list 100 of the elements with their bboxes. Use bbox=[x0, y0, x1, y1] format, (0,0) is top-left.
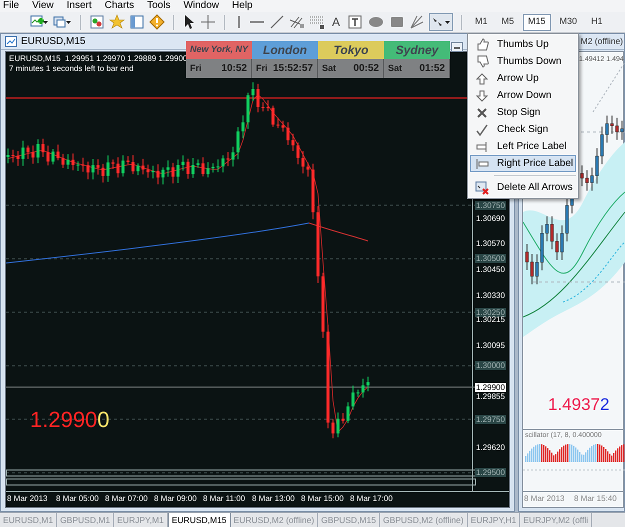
time-label: 8 Mar 17:00 bbox=[350, 494, 393, 504]
current-price: 1.29900 bbox=[30, 409, 110, 431]
menu-item[interactable]: File bbox=[3, 1, 20, 11]
menu-item[interactable]: Insert bbox=[66, 1, 92, 11]
menu-item[interactable]: Arrow Down bbox=[470, 87, 576, 104]
candle bbox=[112, 159, 114, 170]
price-label: 1.30000 bbox=[475, 361, 506, 370]
session-day: Fri bbox=[256, 62, 268, 76]
menu-item[interactable]: Help bbox=[232, 1, 253, 11]
timeframe-button[interactable]: H1 bbox=[586, 14, 608, 30]
candle bbox=[226, 152, 230, 167]
menu-item[interactable]: Left Price Label bbox=[470, 138, 576, 155]
menu-item[interactable]: Window bbox=[183, 1, 220, 11]
candle bbox=[356, 389, 360, 398]
candle bbox=[102, 163, 104, 183]
candle bbox=[6, 148, 10, 164]
candle bbox=[142, 158, 144, 175]
menu-item[interactable]: Tools bbox=[147, 1, 170, 11]
candle bbox=[306, 162, 310, 178]
price-label: 1.30450 bbox=[475, 264, 506, 274]
candle bbox=[86, 161, 90, 180]
bar-timer: 7 minutes 1 seconds left to bar end bbox=[9, 64, 134, 74]
crosshair-icon[interactable] bbox=[200, 14, 216, 30]
candle bbox=[136, 162, 140, 176]
candle bbox=[182, 154, 184, 172]
menu-item[interactable]: Check Sign bbox=[470, 121, 576, 138]
price-label: 1.30250 bbox=[475, 308, 506, 317]
candle bbox=[196, 159, 200, 168]
time-label: 8 Mar 09:00 bbox=[154, 494, 197, 504]
session-header: Tokyo bbox=[318, 41, 384, 59]
candle bbox=[96, 158, 100, 176]
candle bbox=[146, 164, 150, 178]
cursor-icon[interactable] bbox=[182, 14, 196, 30]
menu-item[interactable]: Delete All Arrows bbox=[470, 179, 576, 196]
price-label: 1.29855 bbox=[475, 392, 506, 402]
candle bbox=[162, 166, 164, 185]
timeframe-button[interactable]: M30 bbox=[554, 14, 582, 30]
data-window-icon[interactable] bbox=[89, 14, 105, 30]
chart-tab[interactable]: EURUSD,M15 bbox=[168, 513, 231, 527]
minimize-icon[interactable] bbox=[451, 42, 463, 52]
arrow-up-icon bbox=[475, 72, 489, 86]
label-icon[interactable] bbox=[347, 14, 363, 30]
candle bbox=[156, 164, 160, 185]
candle bbox=[192, 158, 194, 178]
session-time: 01:52 bbox=[419, 62, 445, 76]
candle bbox=[242, 114, 244, 139]
time-label: 8 Mar 05:00 bbox=[56, 494, 99, 504]
price-label: 1.30330 bbox=[475, 290, 506, 300]
menu-item[interactable]: Charts bbox=[104, 1, 134, 11]
rectangle-icon[interactable] bbox=[389, 14, 405, 30]
candle bbox=[276, 117, 280, 129]
candle bbox=[72, 153, 74, 171]
price-label: 1.30500 bbox=[475, 254, 506, 264]
arrow-down-icon bbox=[475, 88, 489, 102]
channel-icon[interactable] bbox=[289, 14, 305, 30]
candle bbox=[36, 138, 40, 164]
star-icon[interactable] bbox=[109, 14, 125, 30]
candle bbox=[332, 418, 334, 439]
menu-item[interactable]: Thumbs Down bbox=[470, 53, 576, 70]
session-time: 00:52 bbox=[353, 62, 379, 76]
menu-item[interactable]: Right Price Label bbox=[470, 155, 576, 172]
candle bbox=[292, 133, 294, 152]
candle bbox=[302, 150, 304, 174]
candle bbox=[76, 160, 80, 172]
timeframe-button[interactable]: M15 bbox=[523, 14, 551, 30]
candle bbox=[256, 83, 260, 113]
text-tool[interactable]: A bbox=[329, 13, 343, 31]
right-label-icon bbox=[475, 156, 489, 170]
timeframe-button[interactable]: M1 bbox=[470, 14, 493, 30]
timeframe-button[interactable]: M5 bbox=[496, 14, 520, 30]
fibonacci-icon[interactable] bbox=[309, 14, 325, 30]
trendline-icon[interactable] bbox=[269, 14, 285, 30]
pitchfork-icon[interactable] bbox=[409, 14, 425, 30]
candle bbox=[286, 122, 290, 146]
candle bbox=[56, 144, 60, 161]
price-label: 1.30215 bbox=[475, 315, 506, 324]
windows-icon[interactable] bbox=[53, 14, 72, 30]
menu-item[interactable]: Arrow Up bbox=[470, 70, 576, 87]
candle bbox=[172, 162, 174, 184]
candle bbox=[176, 159, 180, 184]
menu-item[interactable]: Stop Sign bbox=[470, 104, 576, 121]
trendline bbox=[592, 62, 625, 112]
session-day: Sat bbox=[388, 62, 402, 76]
menu-item[interactable]: View bbox=[32, 1, 54, 11]
arrows-dropdown-icon[interactable] bbox=[429, 13, 453, 31]
candle bbox=[32, 145, 34, 164]
candle bbox=[132, 154, 134, 175]
current-price: 1.49372 bbox=[548, 396, 610, 413]
session-time: 10:52 bbox=[221, 62, 247, 76]
warning-icon[interactable] bbox=[149, 14, 165, 30]
menu-item[interactable]: Thumbs Up bbox=[470, 36, 576, 53]
candle bbox=[216, 158, 220, 173]
navigator-icon[interactable] bbox=[129, 14, 145, 30]
candle bbox=[206, 162, 210, 178]
candle bbox=[92, 158, 94, 180]
price-label: 1.29620 bbox=[475, 442, 506, 452]
candle bbox=[252, 82, 254, 102]
candle bbox=[342, 412, 344, 424]
candle bbox=[22, 140, 24, 166]
candle bbox=[322, 272, 324, 338]
